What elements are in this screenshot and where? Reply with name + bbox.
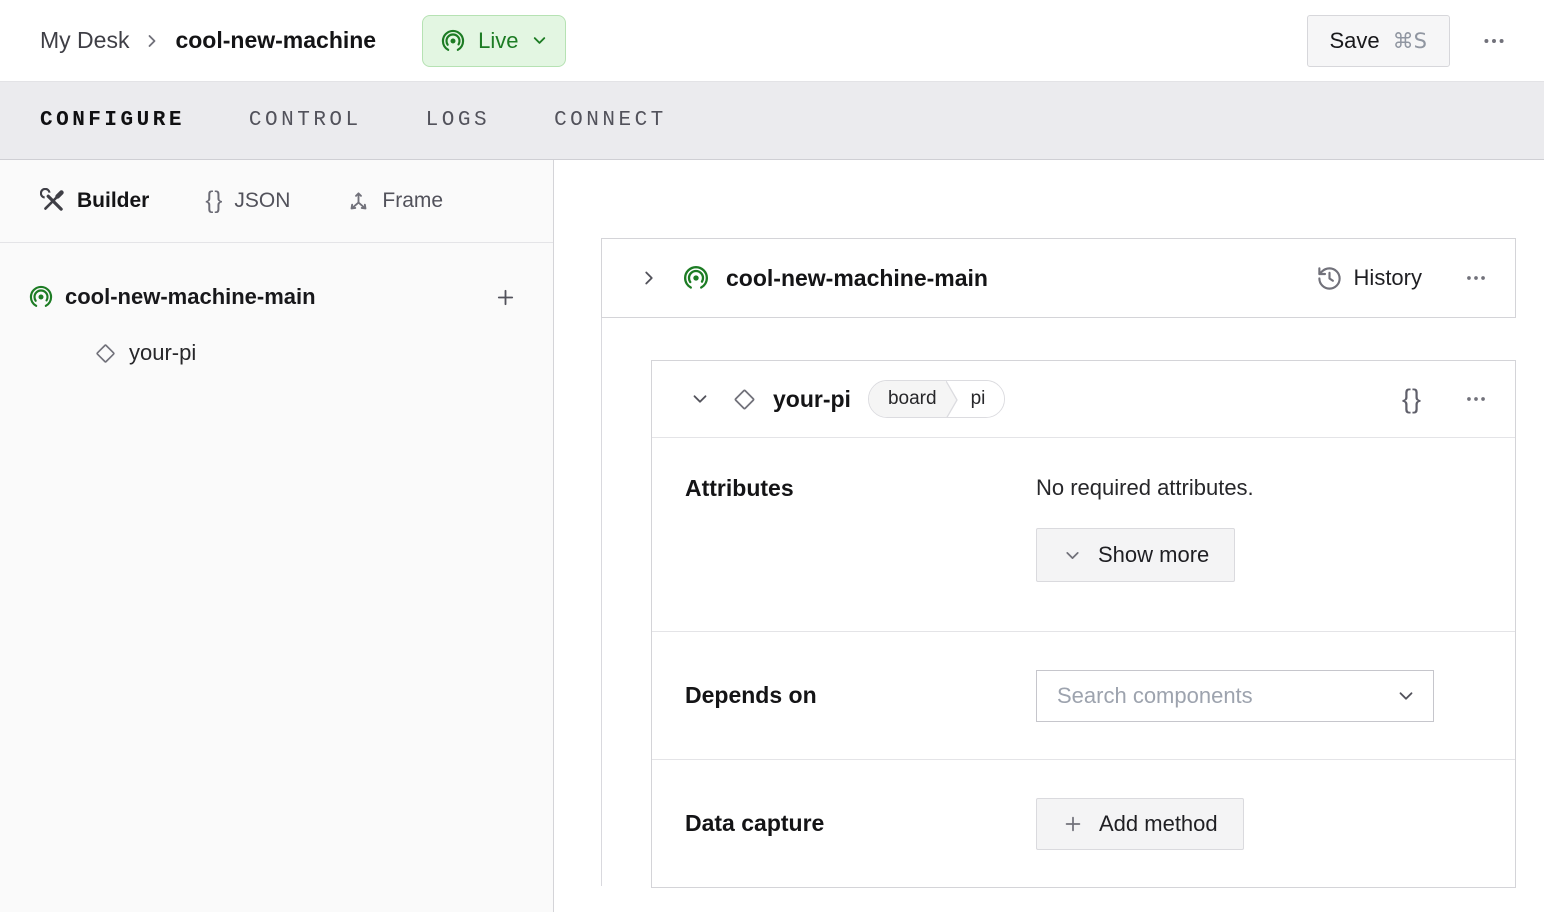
view-mode-toggle: Builder {} JSON Frame	[0, 160, 553, 243]
meatball-menu-icon	[1467, 397, 1485, 401]
component-type-model-badge: board pi	[867, 380, 1006, 418]
save-shortcut-hint: ⌘S	[1392, 28, 1427, 53]
frame-axes-icon	[346, 189, 371, 214]
component-card-header: your-pi board pi {}	[652, 361, 1515, 438]
history-button[interactable]: History	[1316, 265, 1422, 292]
mode-builder[interactable]: Builder	[40, 188, 149, 214]
broadcast-icon	[682, 264, 710, 292]
breadcrumb-parent-link[interactable]: My Desk	[40, 27, 129, 54]
mode-json-label: JSON	[234, 189, 291, 212]
add-method-button[interactable]: Add method	[1036, 797, 1244, 850]
machine-card-menu-button[interactable]	[1463, 265, 1489, 291]
diamond-icon	[94, 342, 117, 365]
depends-on-label: Depends on	[685, 682, 817, 708]
meatball-menu-icon	[1484, 38, 1504, 43]
plus-icon	[497, 289, 514, 305]
collapse-chevron-down-icon[interactable]	[689, 388, 711, 410]
history-icon	[1316, 265, 1343, 292]
show-more-label: Show more	[1098, 542, 1210, 567]
search-components-select[interactable]	[1036, 669, 1434, 722]
top-bar: My Desk cool-new-machine Live Save ⌘S	[0, 0, 1544, 81]
braces-icon: {}	[205, 187, 224, 214]
tree-item-machine-part[interactable]: cool-new-machine-main	[28, 269, 517, 325]
mode-frame[interactable]: Frame	[346, 189, 443, 214]
breadcrumb-chevron-icon	[142, 31, 162, 51]
component-title: your-pi	[773, 385, 851, 412]
data-capture-label: Data capture	[685, 810, 825, 836]
broadcast-icon	[28, 284, 54, 310]
content-area: Builder {} JSON Frame cool-new-machine-m…	[0, 160, 1544, 912]
attributes-empty-text: No required attributes.	[1036, 475, 1254, 500]
machine-part-card: cool-new-machine-main History	[601, 238, 1516, 318]
save-button-label: Save	[1329, 27, 1380, 53]
machine-part-title: cool-new-machine-main	[726, 264, 988, 291]
component-tree: cool-new-machine-main your-pi	[0, 243, 553, 381]
mode-frame-label: Frame	[382, 189, 444, 212]
mode-builder-label: Builder	[77, 189, 150, 212]
more-options-button[interactable]	[1480, 27, 1508, 55]
add-method-label: Add method	[1099, 810, 1218, 836]
attributes-content: No required attributes. Show more	[1036, 475, 1254, 631]
depends-on-section: Depends on	[652, 631, 1515, 759]
attributes-section: Attributes No required attributes. Show …	[652, 438, 1515, 631]
tab-configure[interactable]: CONFIGURE	[40, 109, 185, 132]
show-more-button[interactable]: Show more	[1036, 528, 1236, 582]
badge-divider-chevron	[945, 381, 958, 417]
config-main-panel: cool-new-machine-main History your-pi bo…	[554, 160, 1544, 912]
save-button[interactable]: Save ⌘S	[1306, 14, 1450, 67]
broadcast-icon	[440, 28, 466, 54]
chevron-down-icon	[1062, 545, 1083, 566]
search-components-input[interactable]	[1057, 682, 1395, 709]
component-model-label: pi	[960, 381, 1005, 417]
mode-json[interactable]: {} JSON	[205, 187, 290, 215]
tools-icon	[40, 188, 66, 214]
expand-chevron-right-icon[interactable]	[638, 267, 660, 289]
main-tab-bar: CONFIGURE CONTROL LOGS CONNECT	[0, 81, 1544, 160]
tree-component-label: your-pi	[129, 340, 197, 365]
tree-machine-label: cool-new-machine-main	[65, 284, 316, 309]
json-view-button[interactable]: {}	[1402, 384, 1422, 415]
plus-icon	[1062, 813, 1084, 835]
tree-item-your-pi[interactable]: your-pi	[28, 325, 517, 381]
chevron-down-icon	[530, 31, 549, 50]
tab-connect[interactable]: CONNECT	[554, 109, 667, 132]
tree-connector-rail	[601, 318, 602, 886]
attributes-label: Attributes	[685, 475, 794, 501]
config-sidebar: Builder {} JSON Frame cool-new-machine-m…	[0, 160, 554, 912]
live-status-label: Live	[478, 27, 519, 53]
component-card-menu-button[interactable]	[1463, 386, 1489, 412]
chevron-down-icon	[1395, 685, 1417, 707]
history-label: History	[1353, 265, 1422, 290]
meatball-menu-icon	[1467, 276, 1485, 280]
diamond-icon	[732, 387, 757, 412]
add-component-button[interactable]	[494, 286, 517, 309]
live-status-button[interactable]: Live	[422, 14, 567, 67]
tab-control[interactable]: CONTROL	[249, 109, 362, 132]
component-type-label: board	[868, 381, 946, 417]
breadcrumb-machine-name: cool-new-machine	[175, 27, 377, 53]
tab-logs[interactable]: LOGS	[426, 109, 490, 132]
component-card: your-pi board pi {} Attributes No requir…	[651, 360, 1516, 888]
data-capture-section: Data capture Add method	[652, 759, 1515, 887]
